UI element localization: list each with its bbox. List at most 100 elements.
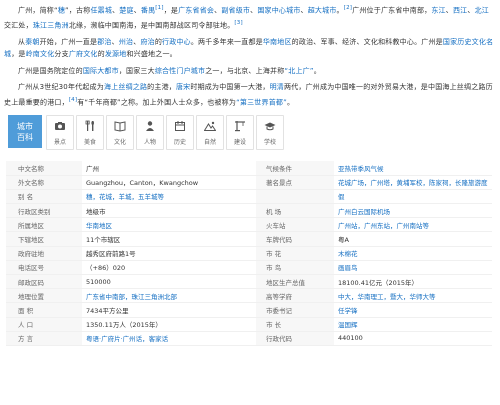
paragraph-text: 、 bbox=[467, 6, 475, 15]
inline-link[interactable]: 珠江三角洲 bbox=[33, 21, 69, 29]
info-value[interactable]: 画眉鸟 bbox=[334, 260, 492, 275]
inline-link[interactable]: 明清 bbox=[270, 83, 284, 91]
inline-link[interactable]: 任嚣城 bbox=[90, 6, 112, 14]
reference-marker[interactable]: [1] bbox=[155, 5, 163, 11]
inline-link[interactable]: 综合性门户城市 bbox=[155, 67, 205, 75]
inline-link[interactable]: 穗 bbox=[58, 6, 65, 14]
inline-link[interactable]: 西江 bbox=[453, 6, 467, 14]
info-label: 中文名称 bbox=[6, 161, 82, 176]
category-label: 建设 bbox=[233, 139, 246, 147]
inline-link[interactable]: “北上广” bbox=[284, 67, 313, 75]
summary-paragraph: 从秦朝开始，广州一直是郡治、州治、府治的行政中心。两千多年来一直都是华南地区的政… bbox=[4, 36, 494, 61]
info-row: 外文名称 Guangzhou，Canton，Kwangchow 著名景点 花城广场，广… bbox=[6, 175, 492, 190]
inline-link[interactable]: 超大城市 bbox=[308, 6, 337, 14]
inline-link[interactable]: 广府文化 bbox=[69, 50, 98, 58]
info-value-link[interactable]: 广州白云国际机场 bbox=[338, 208, 390, 216]
info-value[interactable]: 华南地区 bbox=[82, 217, 256, 233]
paragraph-text: 北缘，濒临中国南海，是中国南部战区司令部驻地。 bbox=[68, 21, 235, 30]
reference-marker[interactable]: [4] bbox=[69, 97, 77, 103]
inline-link[interactable]: 东江 bbox=[431, 6, 445, 14]
inline-link[interactable]: 北江 bbox=[475, 6, 489, 14]
inline-link[interactable]: 国家中心城市 bbox=[257, 6, 300, 14]
info-value[interactable]: 任学锋 bbox=[334, 302, 492, 318]
info-value-link[interactable]: 中大，华南理工，暨大，华师大等 bbox=[338, 293, 436, 301]
inline-link[interactable]: 郡治 bbox=[97, 38, 111, 46]
paragraph-text: ”，古称 bbox=[65, 6, 91, 15]
city-encyclopedia-badge[interactable]: 城市 百科 bbox=[8, 115, 42, 149]
info-label-text: 中文名称 bbox=[18, 165, 44, 174]
info-value: 广州 bbox=[82, 161, 256, 176]
inline-link[interactable]: 唐宋 bbox=[176, 83, 190, 91]
inline-link[interactable]: 国际大都市 bbox=[83, 67, 119, 75]
info-value-link[interactable]: 穗，花城，羊城，五羊城等 bbox=[86, 193, 164, 201]
inline-link[interactable]: 楚庭 bbox=[119, 6, 133, 14]
info-value-link[interactable]: 华南地区 bbox=[86, 222, 112, 230]
info-label: 车牌代码 bbox=[256, 231, 334, 247]
paragraph-text: 和兴盛地之一。 bbox=[126, 50, 177, 59]
info-value-text: 11个市辖区 bbox=[86, 236, 121, 245]
info-value[interactable]: 广东省中南部，珠江三角洲北部 bbox=[82, 288, 256, 304]
info-label-text: 面 积 bbox=[18, 306, 34, 315]
paragraph-text: 时期成为中国第一大港， bbox=[190, 83, 270, 92]
inline-link[interactable]: “第三世界首都” bbox=[236, 98, 287, 106]
info-value: 440100 bbox=[334, 331, 492, 346]
category-camera[interactable]: 景点 bbox=[46, 115, 74, 151]
info-label: 机 场 bbox=[256, 203, 334, 219]
info-label: 市 长 bbox=[256, 317, 334, 332]
category-crane[interactable]: 建设 bbox=[226, 115, 254, 151]
info-value-link[interactable]: 广州站，广州东站，广州南站等 bbox=[338, 222, 429, 230]
info-value[interactable]: 假 bbox=[334, 189, 492, 205]
info-value-link[interactable]: 广东省中南部，珠江三角洲北部 bbox=[86, 293, 177, 301]
paragraph-text: 广州位于广东省中南部， bbox=[352, 6, 432, 15]
inline-link[interactable]: 岭南文化 bbox=[26, 50, 55, 58]
info-value[interactable]: 花城广场，广州塔，黄埔军校，陈家祠，长隆旅游度 bbox=[334, 175, 492, 190]
category-cutlery[interactable]: 美食 bbox=[76, 115, 104, 151]
inline-link[interactable]: 行政中心 bbox=[162, 38, 191, 46]
info-row: 人 口 1350.11万人（2015年） 市 长 温国辉 bbox=[6, 317, 492, 332]
category-person[interactable]: 人物 bbox=[136, 115, 164, 151]
info-label: 火车站 bbox=[256, 217, 334, 233]
reference-marker[interactable]: [2] bbox=[344, 5, 352, 11]
category-label: 美食 bbox=[83, 139, 96, 147]
info-label-text: 行政代码 bbox=[266, 335, 292, 344]
info-value-link[interactable]: 亚热带季风气候 bbox=[338, 165, 384, 173]
category-calendar[interactable]: 历史 bbox=[166, 115, 194, 151]
info-value-link[interactable]: 温国辉 bbox=[338, 321, 358, 329]
info-value-link[interactable]: 木棉花 bbox=[338, 250, 358, 258]
inline-link[interactable]: 番禺 bbox=[141, 6, 155, 14]
info-value[interactable]: 广州白云国际机场 bbox=[334, 203, 492, 219]
info-row: 邮政区码 510000 地区生产总值 18100.41亿元（2015年） bbox=[6, 274, 492, 290]
info-value-link[interactable]: 粤语·广府片·广州话，客家话 bbox=[86, 335, 168, 343]
info-value-link[interactable]: 画眉鸟 bbox=[338, 264, 358, 272]
inline-link[interactable]: 府治 bbox=[140, 38, 154, 46]
info-value[interactable]: 亚热带季风气候 bbox=[334, 161, 492, 176]
category-mountain[interactable]: 自然 bbox=[196, 115, 224, 151]
info-value[interactable]: 粤语·广府片·广州话，客家话 bbox=[82, 331, 256, 346]
inline-link[interactable]: 发源地 bbox=[105, 50, 127, 58]
city-category-bar: 城市 百科 景点 美食 文化 人物 历史 自然 建设 学校 bbox=[8, 115, 494, 153]
info-value: 7434平方公里 bbox=[82, 302, 256, 318]
category-label: 自然 bbox=[203, 139, 216, 147]
inline-link[interactable]: 州治 bbox=[119, 38, 133, 46]
category-book[interactable]: 文化 bbox=[106, 115, 134, 151]
inline-link[interactable]: 华南地区 bbox=[263, 38, 292, 46]
category-graduation-cap[interactable]: 学校 bbox=[256, 115, 284, 151]
info-value[interactable]: 木棉花 bbox=[334, 246, 492, 261]
info-label: 高等学府 bbox=[256, 288, 334, 304]
info-value-link[interactable]: 假 bbox=[338, 193, 345, 201]
inline-link[interactable]: 副省级市 bbox=[221, 6, 250, 14]
info-value-text: 越秀区府前路1号 bbox=[86, 250, 136, 259]
inline-link[interactable]: 海上丝绸之路 bbox=[104, 83, 147, 91]
info-value[interactable]: 温国辉 bbox=[334, 317, 492, 332]
info-value-link[interactable]: 任学锋 bbox=[338, 307, 358, 315]
summary-paragraphs: 广州，简称“穗”，古称任嚣城、楚庭、番禺[1]，是广东省省会、副省级市、国家中心… bbox=[4, 2, 494, 108]
inline-link[interactable]: 广东省省会 bbox=[178, 6, 214, 14]
paragraph-text: 。 bbox=[313, 66, 321, 75]
info-value[interactable]: 中大，华南理工，暨大，华师大等 bbox=[334, 288, 492, 304]
inline-link[interactable]: 秦朝 bbox=[25, 38, 39, 46]
info-label-text: 外文名称 bbox=[18, 179, 44, 188]
info-value[interactable]: 广州站，广州东站，广州南站等 bbox=[334, 217, 492, 233]
reference-marker[interactable]: [3] bbox=[234, 20, 242, 26]
info-value-link[interactable]: 花城广场，广州塔，黄埔军校，陈家祠，长隆旅游度 bbox=[338, 179, 488, 187]
info-value[interactable]: 穗，花城，羊城，五羊城等 bbox=[82, 189, 256, 205]
